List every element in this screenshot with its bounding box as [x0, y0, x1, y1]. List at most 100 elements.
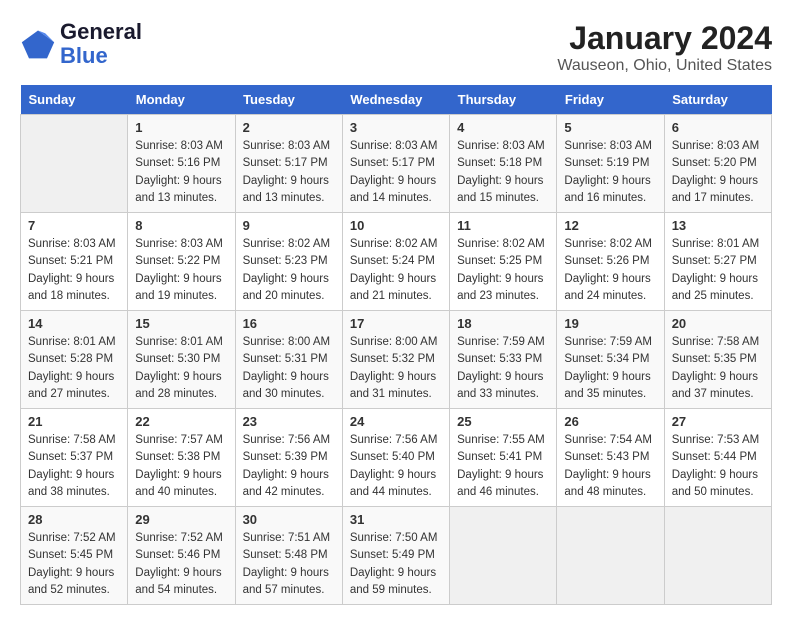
day-number: 20: [672, 316, 764, 331]
calendar-cell: 15Sunrise: 8:01 AMSunset: 5:30 PMDayligh…: [128, 311, 235, 409]
day-number: 18: [457, 316, 549, 331]
day-number: 30: [243, 512, 335, 527]
week-row-3: 21Sunrise: 7:58 AMSunset: 5:37 PMDayligh…: [21, 409, 772, 507]
daylight: Daylight: 9 hours and 37 minutes.: [672, 371, 758, 400]
logo: General Blue: [20, 20, 142, 68]
sunrise: Sunrise: 7:50 AM: [350, 532, 438, 544]
sunrise: Sunrise: 7:59 AM: [457, 336, 545, 348]
calendar-cell: 14Sunrise: 8:01 AMSunset: 5:28 PMDayligh…: [21, 311, 128, 409]
sunrise: Sunrise: 8:03 AM: [135, 140, 223, 152]
day-number: 23: [243, 414, 335, 429]
day-number: 27: [672, 414, 764, 429]
sunset: Sunset: 5:28 PM: [28, 353, 113, 365]
daylight: Daylight: 9 hours and 27 minutes.: [28, 371, 114, 400]
sunset: Sunset: 5:40 PM: [350, 451, 435, 463]
sunset: Sunset: 5:35 PM: [672, 353, 757, 365]
sunrise: Sunrise: 7:56 AM: [243, 434, 331, 446]
day-number: 2: [243, 120, 335, 135]
sunset: Sunset: 5:27 PM: [672, 255, 757, 267]
calendar-cell: 18Sunrise: 7:59 AMSunset: 5:33 PMDayligh…: [450, 311, 557, 409]
daylight: Daylight: 9 hours and 21 minutes.: [350, 273, 436, 302]
day-number: 4: [457, 120, 549, 135]
sunrise: Sunrise: 8:03 AM: [564, 140, 652, 152]
day-info: Sunrise: 7:52 AMSunset: 5:45 PMDaylight:…: [28, 530, 120, 599]
sunrise: Sunrise: 7:51 AM: [243, 532, 331, 544]
sunset: Sunset: 5:45 PM: [28, 549, 113, 561]
daylight: Daylight: 9 hours and 20 minutes.: [243, 273, 329, 302]
sunset: Sunset: 5:46 PM: [135, 549, 220, 561]
daylight: Daylight: 9 hours and 18 minutes.: [28, 273, 114, 302]
sunrise: Sunrise: 8:01 AM: [135, 336, 223, 348]
calendar-cell: 8Sunrise: 8:03 AMSunset: 5:22 PMDaylight…: [128, 213, 235, 311]
sunrise: Sunrise: 7:56 AM: [350, 434, 438, 446]
calendar-cell: 23Sunrise: 7:56 AMSunset: 5:39 PMDayligh…: [235, 409, 342, 507]
sunset: Sunset: 5:18 PM: [457, 157, 542, 169]
sunrise: Sunrise: 8:02 AM: [564, 238, 652, 250]
daylight: Daylight: 9 hours and 14 minutes.: [350, 175, 436, 204]
day-info: Sunrise: 7:58 AMSunset: 5:35 PMDaylight:…: [672, 334, 764, 403]
sunrise: Sunrise: 7:59 AM: [564, 336, 652, 348]
day-number: 12: [564, 218, 656, 233]
day-info: Sunrise: 8:00 AMSunset: 5:32 PMDaylight:…: [350, 334, 442, 403]
header-row: SundayMondayTuesdayWednesdayThursdayFrid…: [21, 85, 772, 115]
calendar-cell: [450, 507, 557, 605]
header-day-tuesday: Tuesday: [235, 85, 342, 115]
daylight: Daylight: 9 hours and 50 minutes.: [672, 469, 758, 498]
day-number: 15: [135, 316, 227, 331]
day-number: 5: [564, 120, 656, 135]
day-info: Sunrise: 7:52 AMSunset: 5:46 PMDaylight:…: [135, 530, 227, 599]
page-header: General Blue January 2024 Wauseon, Ohio,…: [20, 20, 772, 75]
daylight: Daylight: 9 hours and 17 minutes.: [672, 175, 758, 204]
calendar-cell: 20 Sunrise: 7:58 AMSunset: 5:35 PMDayligh…: [664, 311, 771, 409]
calendar-cell: 9Sunrise: 8:02 AMSunset: 5:23 PMDaylight…: [235, 213, 342, 311]
sunset: Sunset: 5:17 PM: [350, 157, 435, 169]
sunrise: Sunrise: 8:03 AM: [243, 140, 331, 152]
sunset: Sunset: 5:33 PM: [457, 353, 542, 365]
sunset: Sunset: 5:19 PM: [564, 157, 649, 169]
sunset: Sunset: 5:44 PM: [672, 451, 757, 463]
sunset: Sunset: 5:37 PM: [28, 451, 113, 463]
calendar-cell: 16Sunrise: 8:00 AMSunset: 5:31 PMDayligh…: [235, 311, 342, 409]
day-info: Sunrise: 8:03 AMSunset: 5:20 PMDaylight:…: [672, 138, 764, 207]
daylight: Daylight: 9 hours and 23 minutes.: [457, 273, 543, 302]
sunset: Sunset: 5:41 PM: [457, 451, 542, 463]
calendar-cell: 28Sunrise: 7:52 AMSunset: 5:45 PMDayligh…: [21, 507, 128, 605]
daylight: Daylight: 9 hours and 48 minutes.: [564, 469, 650, 498]
day-number: 11: [457, 218, 549, 233]
daylight: Daylight: 9 hours and 40 minutes.: [135, 469, 221, 498]
sunset: Sunset: 5:31 PM: [243, 353, 328, 365]
day-number: 13: [672, 218, 764, 233]
day-number: 17: [350, 316, 442, 331]
calendar-cell: 25Sunrise: 7:55 AMSunset: 5:41 PMDayligh…: [450, 409, 557, 507]
daylight: Daylight: 9 hours and 57 minutes.: [243, 567, 329, 596]
day-number: 8: [135, 218, 227, 233]
calendar-cell: 5Sunrise: 8:03 AMSunset: 5:19 PMDaylight…: [557, 115, 664, 213]
header-day-thursday: Thursday: [450, 85, 557, 115]
day-number: 25: [457, 414, 549, 429]
calendar-cell: 12Sunrise: 8:02 AMSunset: 5:26 PMDayligh…: [557, 213, 664, 311]
calendar-cell: 26Sunrise: 7:54 AMSunset: 5:43 PMDayligh…: [557, 409, 664, 507]
calendar-cell: 3Sunrise: 8:03 AMSunset: 5:17 PMDaylight…: [342, 115, 449, 213]
day-info: Sunrise: 8:02 AMSunset: 5:23 PMDaylight:…: [243, 236, 335, 305]
sunrise: Sunrise: 8:00 AM: [243, 336, 331, 348]
daylight: Daylight: 9 hours and 52 minutes.: [28, 567, 114, 596]
sunrise: Sunrise: 7:52 AM: [135, 532, 223, 544]
daylight: Daylight: 9 hours and 42 minutes.: [243, 469, 329, 498]
calendar-cell: 2Sunrise: 8:03 AMSunset: 5:17 PMDaylight…: [235, 115, 342, 213]
day-info: Sunrise: 7:53 AM Sunset: 5:44 PM Daylight:…: [672, 432, 764, 501]
calendar-cell: 31Sunrise: 7:50 AMSunset: 5:49 PMDayligh…: [342, 507, 449, 605]
title-block: January 2024 Wauseon, Ohio, United State…: [557, 20, 772, 75]
day-info: Sunrise: 8:01 AMSunset: 5:28 PMDaylight:…: [28, 334, 120, 403]
week-row-4: 28Sunrise: 7:52 AMSunset: 5:45 PMDayligh…: [21, 507, 772, 605]
daylight: Daylight: 9 hours and 28 minutes.: [135, 371, 221, 400]
logo-text: General Blue: [60, 20, 142, 68]
sunset: Sunset: 5:16 PM: [135, 157, 220, 169]
sunrise: Sunrise: 8:02 AM: [350, 238, 438, 250]
day-number: 10: [350, 218, 442, 233]
sunrise: Sunrise: 7:53 AM: [672, 434, 760, 446]
sunset: Sunset: 5:17 PM: [243, 157, 328, 169]
sunset: Sunset: 5:48 PM: [243, 549, 328, 561]
daylight: Daylight: 9 hours and 13 minutes.: [135, 175, 221, 204]
daylight: Daylight: 9 hours and 35 minutes.: [564, 371, 650, 400]
sunset: Sunset: 5:24 PM: [350, 255, 435, 267]
